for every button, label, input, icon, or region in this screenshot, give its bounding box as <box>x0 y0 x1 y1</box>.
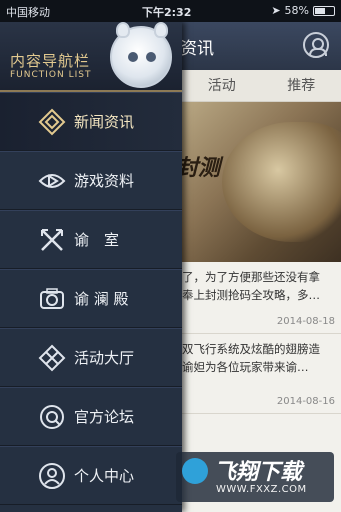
article-item[interactable]: 了，为了方便那些还没有拿 奉上封测抢码全攻略，多… 2014-08-18 <box>182 262 341 334</box>
watermark-url: WWW.FXXZ.COM <box>216 484 307 495</box>
menu-item-yu-room[interactable]: 谕 室 <box>0 210 182 269</box>
article-text: 谕妲为各位玩家带来谕… <box>182 360 309 374</box>
main-header: 资讯 <box>182 22 341 70</box>
menu-item-yu-hall[interactable]: 谕 澜 殿 <box>0 269 182 328</box>
diamond-icon <box>38 108 66 136</box>
forum-ring-icon <box>38 403 66 431</box>
menu-item-label: 谕 澜 殿 <box>74 290 129 308</box>
play-eye-icon <box>38 167 66 195</box>
menu-item-label: 个人中心 <box>74 467 135 485</box>
menu-item-label: 活动大厅 <box>74 349 135 367</box>
news-banner[interactable]: 封测 <box>182 102 341 262</box>
status-right: ➤ 58% <box>271 4 335 17</box>
menu-item-game-data[interactable]: 游戏资料 <box>0 151 182 210</box>
menu-item-label: 游戏资料 <box>74 172 135 190</box>
navigation-drawer: 内容导航栏 FUNCTION LIST 新闻资讯 游戏资料 谕 室 谕 澜 殿 <box>0 22 182 512</box>
tab-recommend[interactable]: 推荐 <box>262 70 341 101</box>
status-bar: 中国移动 下午2:32 ➤ 58% <box>0 0 341 22</box>
menu-item-label: 谕 室 <box>74 231 120 249</box>
carrier-label: 中国移动 <box>6 6 50 19</box>
watermark-title: 飞翔下载 <box>214 460 303 485</box>
location-arrow-icon: ➤ <box>271 4 281 17</box>
mascot-avatar <box>110 22 172 88</box>
menu-item-label: 新闻资讯 <box>74 113 135 131</box>
star-diamond-icon <box>38 344 66 372</box>
article-text: 双飞行系统及炫酷的翅膀造 <box>182 342 320 356</box>
battery-icon <box>313 5 335 16</box>
drawer-subtitle: FUNCTION LIST <box>10 70 92 80</box>
watermark-logo: 飞翔下载 WWW.FXXZ.COM <box>176 452 334 502</box>
main-content: 资讯 活动 推荐 封测 了，为了方便那些还没有拿 奉上封测抢码全攻略，多… 20… <box>182 22 341 512</box>
drawer-header: 内容导航栏 FUNCTION LIST <box>0 22 182 92</box>
main-header-title: 资讯 <box>182 39 214 59</box>
article-text: 奉上封测抢码全攻略，多… <box>182 288 320 302</box>
camera-icon <box>38 285 66 313</box>
user-icon <box>38 462 66 490</box>
swords-icon <box>38 226 66 254</box>
status-time: 下午2:32 <box>142 6 192 19</box>
article-date: 2014-08-16 <box>276 396 335 407</box>
watermark-bird-icon <box>182 458 208 484</box>
menu-item-official-forum[interactable]: 官方论坛 <box>0 387 182 446</box>
menu-item-activity-hall[interactable]: 活动大厅 <box>0 328 182 387</box>
menu-item-news[interactable]: 新闻资讯 <box>0 92 182 151</box>
article-date: 2014-08-18 <box>276 316 335 327</box>
drawer-title: 内容导航栏 <box>10 52 91 70</box>
menu-item-label: 官方论坛 <box>74 408 135 426</box>
tab-activity[interactable]: 活动 <box>182 70 262 101</box>
banner-text: 封测 <box>182 156 221 181</box>
main-tabs: 活动 推荐 <box>182 70 341 102</box>
article-text: 了，为了方便那些还没有拿 <box>182 270 320 284</box>
battery-percent: 58% <box>284 4 309 17</box>
menu-item-personal-center[interactable]: 个人中心 <box>0 446 182 505</box>
article-item[interactable]: 双飞行系统及炫酷的翅膀造 谕妲为各位玩家带来谕… 2014-08-16 <box>182 334 341 414</box>
banner-dragon-art <box>222 122 341 242</box>
user-profile-icon[interactable] <box>303 32 329 58</box>
